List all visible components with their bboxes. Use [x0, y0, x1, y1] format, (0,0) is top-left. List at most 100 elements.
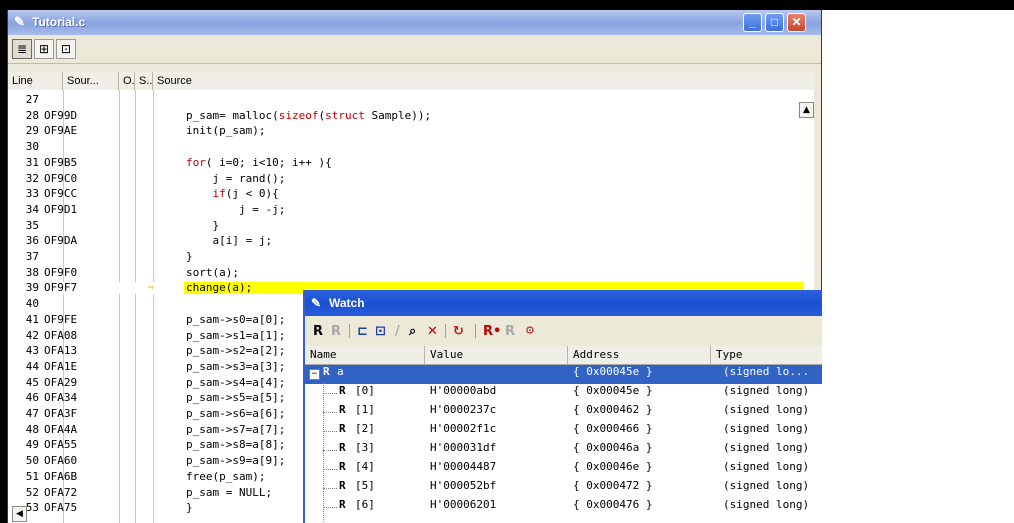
line-number: 46 [25, 391, 39, 405]
find-icon[interactable]: ⌕ [409, 324, 416, 339]
watch-address: { 0x00045e } [573, 365, 653, 378]
code-line[interactable]: 32 OF9C0 j = rand(); [8, 172, 814, 185]
scroll-left-button[interactable]: ◀ [12, 506, 27, 522]
watch-titlebar[interactable]: ✎ Watch [305, 290, 822, 316]
source-address: OFA08 [44, 328, 78, 342]
code-line[interactable]: 31 OF9B5 for( i=0; i<10; i++ ){ [8, 155, 814, 169]
col-line[interactable]: Line [8, 72, 63, 90]
edit-value-icon[interactable]: / [395, 324, 400, 339]
mixed-view-button[interactable]: ⊡ [56, 39, 76, 59]
source-text: for( i=0; i<10; i++ ){ [186, 155, 332, 169]
edit-watch-icon[interactable]: ⊡ [375, 324, 386, 339]
code-line[interactable]: 35 } [8, 218, 814, 232]
watch-value: H'000052bf [430, 479, 497, 492]
code-line[interactable]: 30 [8, 141, 814, 153]
col-value[interactable]: Value [425, 346, 568, 364]
watch-row-root[interactable]: − R a { 0x00045e } (signed lo... [305, 365, 822, 384]
watch-row[interactable]: R [0] H'00000abd { 0x00045e } (signed long) [305, 384, 822, 403]
line-number: 40 [25, 297, 39, 311]
watch-row[interactable]: R [5] H'000052bf { 0x000472 } (signed long) [305, 479, 822, 498]
watch-table[interactable]: Name Value Address Type − R a { 0x00045e… [305, 346, 822, 523]
tree-guide-line [323, 412, 337, 413]
watch-value: H'000031df [430, 441, 497, 454]
watch-type: (signed long) [723, 498, 810, 511]
source-address: OF9FE [44, 312, 78, 326]
line-number: 28 [25, 108, 39, 122]
code-line[interactable]: 34 OF9D1 j = -j; [8, 203, 814, 216]
line-number: 44 [25, 359, 39, 373]
current-pc-arrow-icon: ⇨ [148, 282, 155, 294]
close-button[interactable]: ✕ [787, 13, 806, 32]
source-address: OFA60 [44, 454, 78, 468]
col-name[interactable]: Name [305, 346, 425, 364]
variable-icon: R [323, 365, 330, 378]
editor-titlebar[interactable]: ✎ Tutorial.c _ □ ✕ [8, 10, 821, 35]
cpu-icon[interactable]: ⚙ [525, 324, 535, 337]
disassembly-view-button[interactable]: ⊞ [34, 39, 54, 59]
watch-address: { 0x00046a } [573, 441, 653, 454]
register-disabled-icon[interactable]: R [331, 324, 341, 339]
source-text: p_sam = NULL; [186, 485, 273, 499]
line-number: 37 [25, 250, 39, 263]
col-type[interactable]: Type [711, 346, 822, 364]
minimize-icon: _ [749, 15, 756, 29]
record-icon[interactable]: R• [483, 324, 501, 339]
toolbar-separator [349, 324, 350, 338]
col-source-address[interactable]: Sour... [63, 72, 119, 90]
screen-border-left [0, 0, 7, 523]
watch-row[interactable]: R [1] H'0000237c { 0x000462 } (signed long) [305, 403, 822, 422]
tree-guide-line [323, 488, 337, 489]
col-address[interactable]: Address [568, 346, 711, 364]
line-number: 36 [25, 234, 39, 248]
variable-icon: R [339, 422, 346, 435]
variable-icon: R [339, 441, 346, 454]
source-address: OFA3F [44, 407, 78, 420]
col-s[interactable]: S.. [135, 72, 153, 90]
tree-guide-line [323, 393, 337, 394]
register-icon[interactable]: R [313, 324, 323, 339]
line-number: 50 [25, 454, 39, 468]
code-line[interactable]: 33 OF9CC if(j < 0){ [8, 188, 814, 200]
watch-row[interactable]: R [2] H'00002f1c { 0x000466 } (signed long) [305, 422, 822, 441]
source-text: } [186, 218, 220, 232]
code-line[interactable]: 36 OF9DA a[i] = j; [8, 235, 814, 247]
toolbar-separator [475, 324, 476, 338]
source-address: OFA55 [44, 438, 78, 452]
line-number: 38 [25, 265, 39, 279]
line-number: 45 [25, 375, 39, 389]
watch-row[interactable]: R [3] H'000031df { 0x00046a } (signed long) [305, 441, 822, 460]
watch-row[interactable]: R [6] H'00006201 { 0x000476 } (signed long) [305, 498, 822, 517]
source-view-button[interactable]: ≣ [12, 39, 32, 59]
scroll-up-button[interactable]: ▲ [799, 102, 814, 118]
variable-icon: R [339, 384, 346, 397]
variable-icon: R [339, 479, 346, 492]
delete-icon[interactable]: ✕ [427, 324, 438, 339]
watch-name: [1] [355, 403, 375, 416]
refresh-icon[interactable]: ↻ [453, 324, 464, 339]
watch-type: (signed long) [723, 460, 810, 473]
minimize-button[interactable]: _ [743, 13, 762, 32]
watch-value: H'00000abd [430, 384, 497, 397]
watch-row[interactable]: R [4] H'00004487 { 0x00046e } (signed long) [305, 460, 822, 479]
code-line[interactable]: 38 OF9F0 sort(a); [8, 265, 814, 279]
source-text: p_sam->s7=a[7]; [186, 422, 286, 436]
code-line[interactable]: 37} [8, 251, 814, 263]
code-line[interactable]: 28 OF99D p_sam= malloc(sizeof(struct Sampl… [8, 108, 814, 122]
source-address: OF9AE [44, 124, 78, 138]
watch-address: { 0x00046e } [573, 460, 653, 473]
col-o[interactable]: O.. [119, 72, 135, 90]
col-source[interactable]: Source [153, 72, 814, 90]
source-text: p_sam->s1=a[1]; [186, 328, 286, 342]
maximize-button[interactable]: □ [765, 13, 784, 32]
source-address: OF9F7 [44, 281, 78, 295]
line-number: 42 [25, 328, 39, 342]
add-watch-icon[interactable]: ⊏ [357, 324, 368, 339]
record-disabled-icon[interactable]: R [505, 324, 515, 339]
variable-icon: R [339, 403, 346, 416]
code-line[interactable]: 27 [8, 94, 814, 106]
tree-guide-line [323, 431, 337, 432]
collapse-icon[interactable]: − [309, 369, 320, 380]
source-address: OFA29 [44, 375, 78, 389]
code-line[interactable]: 29 OF9AE init(p_sam); [8, 125, 814, 137]
source-address: OFA13 [44, 344, 78, 358]
